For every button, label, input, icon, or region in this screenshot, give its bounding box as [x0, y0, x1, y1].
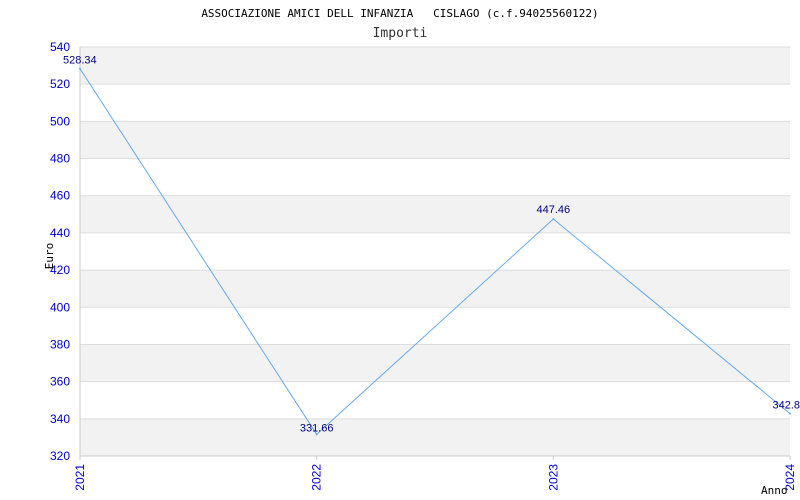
- grid-band: [80, 195, 790, 233]
- x-tick-label: 2023: [546, 464, 560, 491]
- y-tick-label: 320: [50, 449, 70, 463]
- chart-subtitle: Importi: [373, 26, 428, 41]
- gridlines: [80, 46, 790, 457]
- data-label: 528.34: [63, 55, 97, 67]
- y-tick-label: 340: [50, 412, 70, 426]
- x-ticks: 2021 2022 2023 2024: [73, 464, 797, 491]
- y-tick-label: 520: [50, 77, 70, 91]
- y-tick-label: 500: [50, 114, 70, 128]
- y-tick-label: 460: [50, 189, 70, 203]
- y-tick-label: 360: [50, 375, 70, 389]
- plot-background: [80, 47, 790, 456]
- x-tick-label: 2021: [73, 464, 87, 491]
- axes: [79, 47, 791, 460]
- x-tick-label: 2022: [310, 464, 324, 491]
- y-tick-label: 380: [50, 337, 70, 351]
- data-point: [552, 218, 555, 221]
- grid-band: [80, 344, 790, 382]
- data-point: [79, 67, 81, 70]
- grid-band: [80, 47, 790, 85]
- y-tick-label: 440: [50, 226, 70, 240]
- y-tick-label: 400: [50, 300, 70, 314]
- x-axis-label: Anno: [761, 484, 788, 497]
- y-tick-label: 540: [50, 40, 70, 54]
- data-point: [789, 412, 791, 415]
- data-label: 342.8: [772, 400, 800, 412]
- line-chart: ASSOCIAZIONE AMICI DELL INFANZIA CISLAGO…: [43, 7, 800, 497]
- y-tick-label: 480: [50, 152, 70, 166]
- grid-band: [80, 121, 790, 159]
- y-axis-label: Euro: [43, 243, 56, 270]
- grid-band: [80, 418, 790, 456]
- data-label: 447.46: [537, 204, 571, 216]
- chart-title: ASSOCIAZIONE AMICI DELL INFANZIA CISLAGO…: [201, 7, 598, 20]
- data-label: 331.66: [300, 422, 334, 434]
- grid-band: [80, 270, 790, 308]
